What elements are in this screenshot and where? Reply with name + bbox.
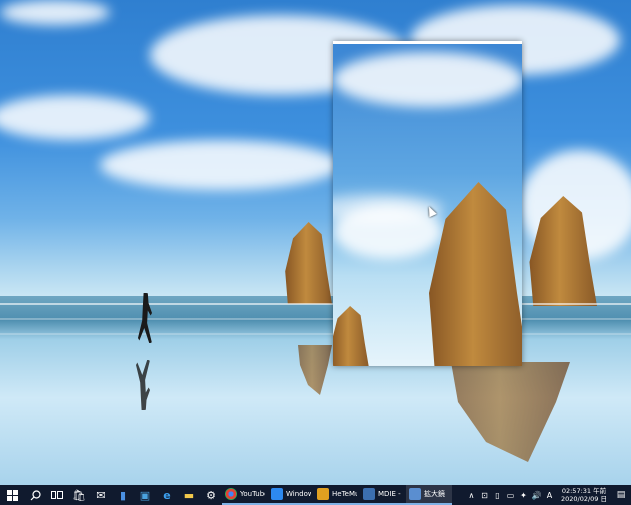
taskbar-app-label: 拡大鏡 <box>424 490 445 498</box>
wave <box>0 318 631 320</box>
taskbar: 🛍 ✉ ▮ ▣ e ▬ ⚙ YouTube ... Windows... HeT… <box>0 485 631 505</box>
mdie-icon <box>363 488 375 500</box>
taskbar-app-label: MDIE - [... <box>378 490 403 498</box>
network-icon[interactable]: ▭ <box>505 491 516 500</box>
magnifier-icon <box>409 488 421 500</box>
rock-reflection <box>451 362 570 462</box>
tray-icon[interactable]: ⊡ <box>479 491 490 500</box>
volume-icon[interactable]: 🔊 <box>531 491 542 500</box>
runner-reflection <box>136 360 150 410</box>
taskbar-app-windows[interactable]: Windows... <box>268 485 314 505</box>
tray-icon[interactable]: ▯ <box>492 491 503 500</box>
task-view-icon <box>51 491 63 499</box>
chrome-icon <box>225 488 237 500</box>
clock[interactable]: 02:57:31 午前 2020/02/09 日 <box>557 487 611 503</box>
search-icon <box>30 489 41 500</box>
cloud <box>333 52 522 107</box>
tray-icon[interactable]: ✦ <box>518 491 529 500</box>
taskbar-app-magnifier[interactable]: 拡大鏡 <box>406 485 452 505</box>
magnifier-window[interactable] <box>333 41 522 366</box>
start-button[interactable] <box>0 485 24 505</box>
photos-icon[interactable]: ▣ <box>134 485 156 505</box>
cloud <box>0 0 110 25</box>
file-explorer-icon[interactable]: ▬ <box>178 485 200 505</box>
notification-icon[interactable]: ▤ <box>613 485 629 505</box>
taskbar-app-hetemu[interactable]: HeTeMu... <box>314 485 360 505</box>
store-icon[interactable]: 🛍 <box>68 485 90 505</box>
document-icon[interactable]: ▮ <box>112 485 134 505</box>
mail-icon[interactable]: ✉ <box>90 485 112 505</box>
ime-indicator[interactable]: A <box>544 491 555 500</box>
rock-formation <box>285 222 332 304</box>
wave <box>0 303 631 305</box>
task-view-button[interactable] <box>46 485 68 505</box>
desktop-wallpaper <box>0 0 631 485</box>
settings-icon[interactable]: ⚙ <box>200 485 222 505</box>
clock-time: 02:57:31 午前 <box>561 487 607 495</box>
cloud <box>0 95 150 140</box>
wave <box>0 333 631 335</box>
hetemu-icon <box>317 488 329 500</box>
search-button[interactable] <box>24 485 46 505</box>
cloud <box>100 140 340 190</box>
chevron-up-icon[interactable]: ∧ <box>466 491 477 500</box>
taskbar-app-label: HeTeMu... <box>332 490 357 498</box>
rock-reflection <box>298 345 332 395</box>
taskbar-app-youtube[interactable]: YouTube ... <box>222 485 268 505</box>
taskbar-app-label: Windows... <box>286 490 311 498</box>
clock-date: 2020/02/09 日 <box>560 495 607 503</box>
windows-app-icon <box>271 488 283 500</box>
taskbar-app-label: YouTube ... <box>240 490 265 498</box>
taskbar-app-mdie[interactable]: MDIE - [... <box>360 485 406 505</box>
edge-icon[interactable]: e <box>156 485 178 505</box>
system-tray: ∧ ⊡ ▯ ▭ ✦ 🔊 A 02:57:31 午前 2020/02/09 日 ▤ <box>466 485 631 505</box>
rock-formation <box>333 306 369 366</box>
windows-logo-icon <box>6 489 18 501</box>
